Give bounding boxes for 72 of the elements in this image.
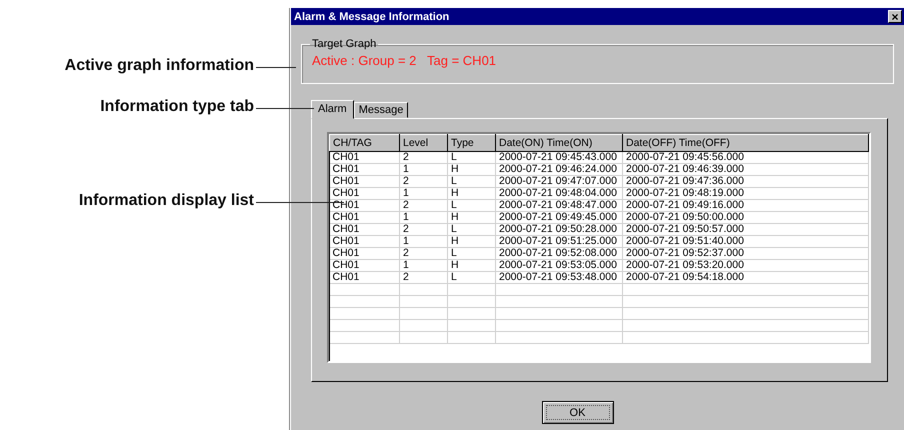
table-cell: 2000-07-21 09:53:05.000 [496,260,622,272]
ok-button[interactable]: OK [542,401,614,424]
table-cell: CH01 [330,224,400,236]
table-cell: H [448,188,496,200]
table-cell: L [448,248,496,260]
table-cell: 2 [400,248,448,260]
table-cell: 2000-07-21 09:46:24.000 [496,164,622,176]
table-cell: 2000-07-21 09:45:43.000 [496,152,622,164]
table-cell: 1 [400,164,448,176]
table-cell: 2000-07-21 09:53:48.000 [496,272,622,284]
callout-label: Information type tab [100,98,254,116]
table-cell: 2000-07-21 09:52:08.000 [496,248,622,260]
table-cell: 1 [400,188,448,200]
table-cell: 1 [400,236,448,248]
table-cell: 2000-07-21 09:50:57.000 [622,224,868,236]
table-cell: CH01 [330,212,400,224]
table-cell: 1 [400,260,448,272]
table-cell: 2000-07-21 09:47:07.000 [496,176,622,188]
callout-label: Active graph information [64,57,254,75]
callout-label: Information display list [78,192,254,210]
close-button[interactable]: × [888,10,902,23]
table-cell: CH01 [330,260,400,272]
table-cell: 2000-07-21 09:50:28.000 [496,224,622,236]
table-cell: L [448,272,496,284]
table-cell: 2000-07-21 09:54:18.000 [622,272,868,284]
column-header[interactable]: Type [448,134,496,152]
column-header[interactable]: CH/TAG [330,134,400,152]
table-cell: CH01 [330,200,400,212]
table-cell: 2000-07-21 09:49:45.000 [496,212,622,224]
table-cell: 2000-07-21 09:51:40.000 [622,236,868,248]
table-cell: L [448,176,496,188]
tab[interactable]: Alarm [311,100,354,119]
table-cell: 2 [400,176,448,188]
table-cell: CH01 [330,248,400,260]
table-cell: 2000-07-21 09:51:25.000 [496,236,622,248]
table-cell: CH01 [330,188,400,200]
tab[interactable]: Message [354,102,408,118]
group-label: Target Graph [311,38,378,50]
table-cell: 2000-07-21 09:53:20.000 [622,260,868,272]
table-cell: CH01 [330,272,400,284]
column-header[interactable]: Level [400,134,448,152]
table-cell: CH01 [330,236,400,248]
column-header[interactable]: Date(ON) Time(ON) [496,134,622,152]
table-cell: H [448,260,496,272]
table-cell: 2 [400,200,448,212]
table-cell: H [448,236,496,248]
table-cell: 2000-07-21 09:48:04.000 [496,188,622,200]
leader-line [256,108,314,109]
table-cell: 2 [400,152,448,164]
active-graph-text: Active : Group = 2 Tag = CH01 [312,53,496,68]
table-cell: 2000-07-21 09:46:39.000 [622,164,868,176]
table-cell: 2000-07-21 09:45:56.000 [622,152,868,164]
table-cell: L [448,152,496,164]
table-cell: H [448,164,496,176]
window-title: Alarm & Message Information [294,10,450,22]
table-cell: 2000-07-21 09:48:47.000 [496,200,622,212]
table-cell: 1 [400,212,448,224]
table-cell: 2000-07-21 09:52:37.000 [622,248,868,260]
table-cell: 2000-07-21 09:50:00.000 [622,212,868,224]
table-cell: L [448,200,496,212]
table-cell: CH01 [330,164,400,176]
table-cell: L [448,224,496,236]
column-header[interactable]: Date(OFF) Time(OFF) [622,134,868,152]
table-cell: CH01 [330,176,400,188]
table-cell: 2000-07-21 09:48:19.000 [622,188,868,200]
table-cell: H [448,212,496,224]
table-cell: 2 [400,272,448,284]
table-cell: 2000-07-21 09:47:36.000 [622,176,868,188]
table-cell: 2 [400,224,448,236]
leader-line [256,67,296,68]
table-cell: 2000-07-21 09:49:16.000 [622,200,868,212]
table-cell: CH01 [330,152,400,164]
